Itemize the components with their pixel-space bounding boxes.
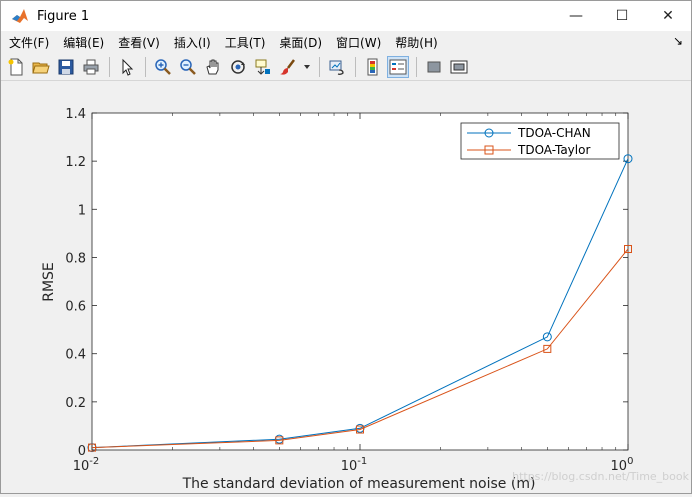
menu-view[interactable]: 查看(V) (111, 34, 167, 51)
figure-window: Figure 1 — ☐ ✕ 文件(F) 编辑(E) 查看(V) 插入(I) 工… (0, 0, 692, 494)
menu-tools[interactable]: 工具(T) (218, 34, 273, 51)
figure-canvas: 0 0.2 0.4 0.6 0.8 1 1.2 1.4 10-2 10-1 100 TDOA-CHA… (1, 82, 691, 493)
y-tick-label: 0.4 (65, 348, 86, 363)
brush-dropdown-icon[interactable] (302, 56, 312, 78)
menu-help[interactable]: 帮助(H) (388, 34, 444, 51)
minimize-icon: — (569, 8, 583, 24)
menu-file[interactable]: 文件(F) (1, 34, 56, 51)
menu-desktop[interactable]: 桌面(D) (272, 34, 329, 51)
matlab-logo-icon (11, 7, 29, 25)
x-tick-label: 10-2 (73, 456, 100, 474)
legend-icon[interactable] (387, 55, 409, 78)
maximize-button[interactable]: ☐ (599, 1, 645, 31)
brush-icon[interactable] (277, 56, 299, 78)
y-tick-label: 0.8 (65, 251, 86, 266)
legend[interactable]: TDOA-CHAN TDOA-Taylor (460, 122, 620, 160)
y-tick-label: 0.6 (65, 300, 86, 315)
hide-plot-tools-icon[interactable] (423, 56, 445, 78)
link-plot-icon[interactable] (326, 56, 348, 78)
y-tick-label: 0.2 (65, 396, 86, 411)
save-icon[interactable] (55, 56, 77, 78)
axes-background (91, 112, 629, 451)
menu-window[interactable]: 窗口(W) (329, 34, 388, 51)
close-icon: ✕ (662, 8, 674, 24)
watermark-text: https://blog.csdn.net/Time_book (512, 470, 690, 483)
menu-insert[interactable]: 插入(I) (167, 34, 218, 51)
minimize-button[interactable]: — (553, 1, 599, 31)
y-tick-label: 1.4 (65, 107, 86, 122)
zoom-out-icon[interactable] (177, 56, 199, 78)
print-icon[interactable] (80, 56, 102, 78)
y-axis-label: RMSE (41, 262, 57, 302)
pointer-icon[interactable] (116, 56, 138, 78)
plot-svg[interactable]: 00.20.40.60.811.21.410-2 10-1 100 TDOA-CHA… (1, 82, 691, 493)
rotate-3d-icon[interactable] (227, 56, 249, 78)
show-plot-tools-icon[interactable] (448, 56, 470, 78)
data-cursor-icon[interactable] (252, 56, 274, 78)
pan-hand-icon[interactable] (202, 56, 224, 78)
legend-label-chan: TDOA-CHAN (517, 126, 591, 140)
toolbar-separator (109, 56, 110, 77)
menu-dock-arrow-icon[interactable]: ↘ (673, 34, 683, 48)
close-button[interactable]: ✕ (645, 1, 691, 31)
menu-edit[interactable]: 编辑(E) (56, 34, 111, 51)
colorbar-icon[interactable] (362, 56, 384, 78)
y-tick-label: 1.2 (65, 155, 86, 170)
window-title: Figure 1 (37, 8, 90, 24)
title-bar[interactable]: Figure 1 — ☐ ✕ (1, 1, 691, 31)
figure-toolbar (1, 53, 691, 81)
toolbar-separator (145, 56, 146, 77)
maximize-icon: ☐ (615, 8, 629, 24)
x-tick-label: 10-1 (341, 456, 368, 474)
y-tick-label: 1 (78, 203, 86, 218)
toolbar-separator (355, 56, 356, 77)
toolbar-separator (416, 56, 417, 77)
y-tick-label: 0 (78, 444, 86, 459)
legend-label-taylor: TDOA-Taylor (517, 143, 590, 157)
new-file-icon[interactable] (5, 56, 27, 78)
x-axis-label: The standard deviation of measurement no… (182, 476, 536, 492)
open-folder-icon[interactable] (30, 56, 52, 78)
zoom-in-icon[interactable] (152, 56, 174, 78)
toolbar-separator (319, 56, 320, 77)
menu-bar: 文件(F) 编辑(E) 查看(V) 插入(I) 工具(T) 桌面(D) 窗口(W… (1, 31, 691, 53)
